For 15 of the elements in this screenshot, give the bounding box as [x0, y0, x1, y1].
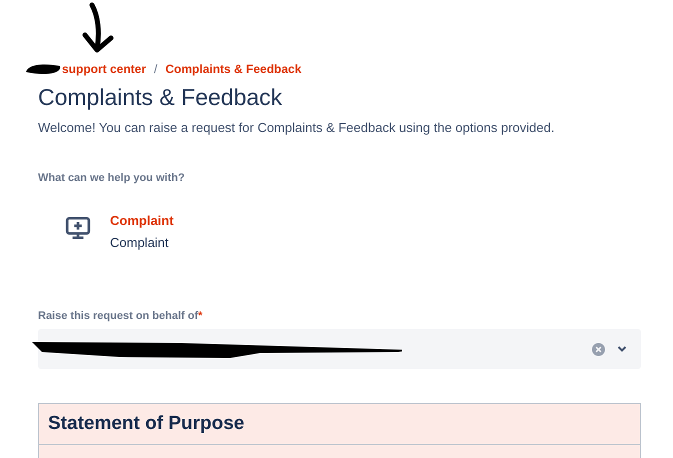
welcome-text: Welcome! You can raise a request for Complaints & Feedback using the options provided. [38, 119, 556, 137]
breadcrumb-separator: / [154, 61, 158, 78]
breadcrumb-link[interactable]: support center [62, 60, 146, 78]
request-type-link[interactable]: Complaint [110, 212, 174, 230]
help-label: What can we help you with? [38, 170, 186, 186]
monitor-plus-icon [65, 215, 91, 241]
chevron-down-icon[interactable] [617, 345, 627, 353]
breadcrumb-link[interactable]: Complaints & Feedback [165, 60, 302, 78]
required-mark: * [198, 308, 202, 324]
field-label: Raise this request on behalf of [38, 308, 198, 324]
redaction-mark [24, 62, 62, 76]
page-title: Complaints & Feedback [38, 83, 284, 112]
section-title: Statement of Purpose [48, 412, 246, 436]
arrow-annotation [80, 2, 116, 54]
request-type-description: Complaint [110, 234, 170, 252]
